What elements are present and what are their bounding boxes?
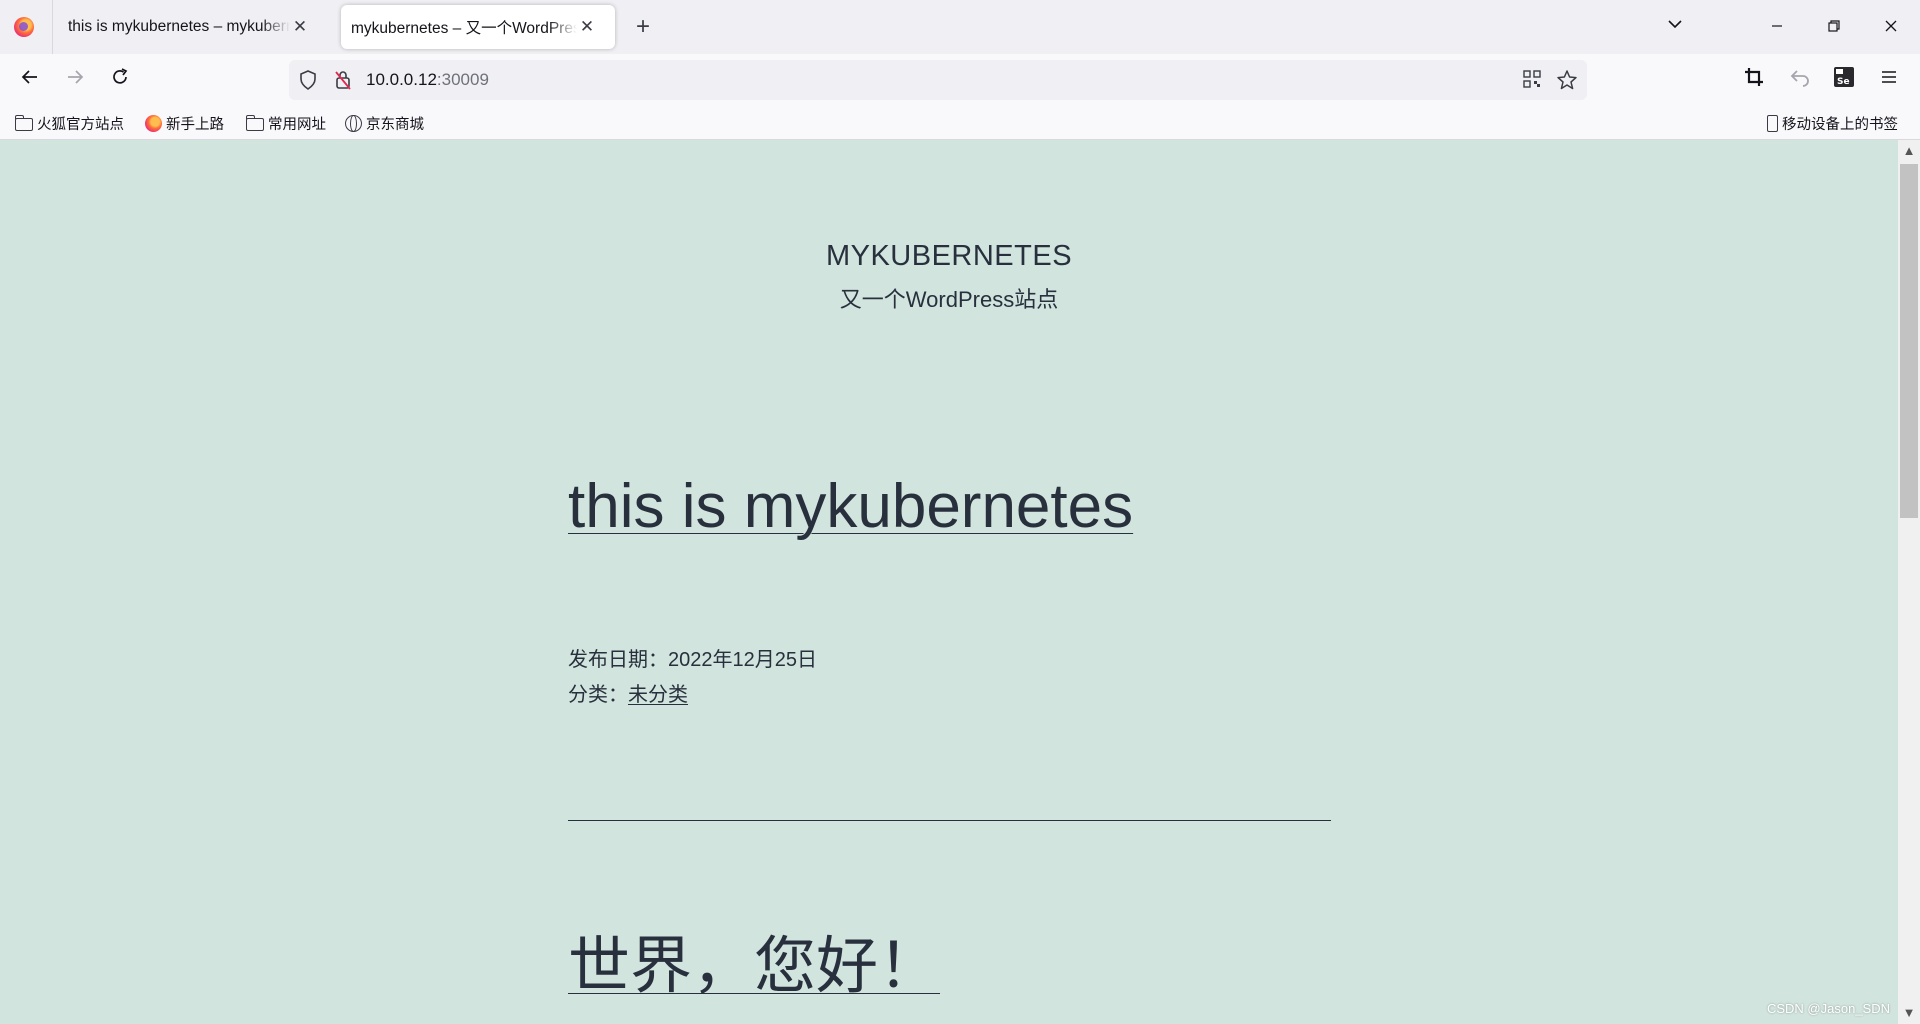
globe-icon (345, 114, 362, 132)
hamburger-menu-icon[interactable] (1875, 66, 1903, 94)
forward-arrow-icon[interactable] (61, 66, 89, 94)
post-date: 发布日期：2022年12月25日 (568, 643, 817, 672)
bookmark-label: 新手上路 (166, 116, 224, 133)
address-bar[interactable]: 10.0.0.12:30009 (289, 60, 1587, 100)
tab-title: this is mykubernetes – mykubernetes (68, 18, 290, 35)
mobile-device-icon (1767, 114, 1778, 132)
mobile-bookmarks[interactable]: 移动设备上的书签 (1767, 112, 1898, 134)
list-all-tabs-chevron-icon[interactable] (1662, 14, 1688, 40)
bookmark-folder-common-sites[interactable]: 常用网址 (246, 112, 326, 134)
undo-arrow-icon[interactable] (1786, 66, 1814, 94)
bookmark-label: 火狐官方站点 (37, 116, 124, 133)
tracking-protection-shield-icon[interactable] (297, 69, 319, 91)
bookmark-star-icon[interactable] (1556, 69, 1578, 91)
selenium-extension-icon[interactable]: Se (1830, 66, 1858, 94)
folder-icon (246, 114, 264, 131)
bookmark-jd-mall[interactable]: 京东商城 (345, 112, 424, 134)
scroll-down-arrow-icon[interactable]: ▼ (1898, 1002, 1920, 1024)
url-text[interactable]: 10.0.0.12:30009 (366, 70, 489, 90)
tab-close-icon[interactable]: ✕ (577, 17, 597, 37)
bookmark-folder-firefox-official[interactable]: 火狐官方站点 (15, 112, 124, 134)
minimize-window-icon[interactable] (1764, 14, 1790, 40)
site-title[interactable]: MYKUBERNETES (0, 240, 1898, 273)
tab-title: mykubernetes – 又一个WordPress站点 (351, 20, 577, 37)
firefox-icon (145, 114, 162, 132)
scrollbar-thumb[interactable] (1900, 164, 1918, 518)
page-scrollbar[interactable]: ▲ ▼ (1898, 140, 1920, 1024)
tab-inactive[interactable]: this is mykubernetes – mykubernetes ✕ (52, 5, 328, 49)
post-title-link[interactable]: this is mykubernetes (568, 470, 1133, 544)
post-divider (568, 820, 1331, 821)
insecure-connection-lock-icon[interactable] (332, 69, 354, 91)
mobile-bookmarks-label: 移动设备上的书签 (1782, 116, 1898, 133)
url-port: :30009 (436, 70, 489, 89)
tab-close-icon[interactable]: ✕ (290, 17, 310, 37)
url-host: 10.0.0.12 (366, 70, 437, 89)
svg-text:Se: Se (1837, 77, 1850, 87)
scroll-up-arrow-icon[interactable]: ▲ (1898, 140, 1920, 162)
web-page: MYKUBERNETES 又一个WordPress站点 this is myku… (0, 140, 1898, 1024)
post-category: 分类：未分类 (568, 678, 688, 707)
back-arrow-icon[interactable] (16, 66, 44, 94)
post-category-link[interactable]: 未分类 (628, 684, 688, 706)
post-category-label: 分类： (568, 684, 628, 706)
navigation-toolbar: 10.0.0.12:30009 Se (0, 54, 1920, 106)
folder-icon (15, 114, 33, 131)
site-description: 又一个WordPress站点 (839, 287, 1059, 312)
post-date-value: 2022年12月25日 (668, 649, 817, 671)
tab-active[interactable]: mykubernetes – 又一个WordPress站点 ✕ (341, 5, 615, 49)
restore-window-icon[interactable] (1821, 14, 1847, 40)
post-date-label: 发布日期： (568, 649, 668, 671)
bookmark-label: 京东商城 (366, 116, 424, 133)
bookmarks-toolbar: 火狐官方站点 新手上路 常用网址 京东商城 移动设备上的书签 (0, 106, 1920, 140)
tab-strip: this is mykubernetes – mykubernetes ✕ my… (0, 0, 1920, 54)
watermark: CSDN @Jason_SDN (1766, 1001, 1890, 1016)
bookmark-getting-started[interactable]: 新手上路 (145, 112, 224, 134)
firefox-logo-icon[interactable] (14, 17, 34, 37)
screenshot-crop-icon[interactable] (1740, 66, 1768, 94)
new-tab-button[interactable]: + (630, 14, 656, 40)
reload-icon[interactable] (106, 66, 134, 94)
bookmark-label: 常用网址 (268, 116, 326, 133)
qr-code-icon[interactable] (1521, 69, 1543, 91)
post-title-link[interactable]: 世界，您好！ (568, 930, 940, 1004)
close-window-icon[interactable] (1878, 14, 1904, 40)
